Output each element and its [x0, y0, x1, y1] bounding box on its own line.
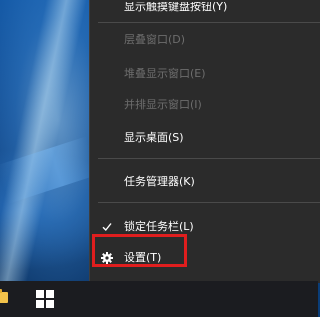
- menu-item-side-by-side-windows[interactable]: 并排显示窗口(I): [90, 93, 320, 117]
- menu-item-label: 设置(T): [124, 251, 162, 264]
- menu-item-stack-windows[interactable]: 堆叠显示窗口(E): [90, 62, 320, 86]
- menu-item-cascade-windows[interactable]: 层叠窗口(D): [90, 28, 320, 52]
- menu-item-show-desktop[interactable]: 显示桌面(S): [90, 126, 320, 150]
- taskbar: [0, 281, 318, 317]
- menu-item-label: 并排显示窗口(I): [124, 98, 202, 111]
- taskbar-context-menu: 显示触摸键盘按钮(Y) 层叠窗口(D) 堆叠显示窗口(E) 并排显示窗口(I) …: [89, 0, 320, 283]
- menu-item-label: 层叠窗口(D): [124, 33, 186, 46]
- file-explorer-taskbar-button[interactable]: [0, 281, 12, 317]
- menu-separator: [98, 202, 320, 203]
- menu-item-touch-keyboard[interactable]: 显示触摸键盘按钮(Y): [90, 0, 320, 19]
- menu-separator: [98, 22, 320, 23]
- menu-item-lock-taskbar[interactable]: 锁定任务栏(L): [90, 215, 320, 239]
- menu-item-task-manager[interactable]: 任务管理器(K): [90, 170, 320, 194]
- menu-item-settings[interactable]: 设置(T): [90, 246, 320, 270]
- gear-icon: [101, 252, 113, 264]
- menu-item-label: 显示触摸键盘按钮(Y): [124, 0, 228, 13]
- check-icon: [102, 223, 112, 232]
- file-explorer-icon: [0, 289, 8, 303]
- windows-start-icon: [36, 290, 54, 308]
- menu-item-label: 堆叠显示窗口(E): [124, 67, 206, 80]
- menu-item-label: 任务管理器(K): [124, 175, 195, 188]
- menu-item-label: 显示桌面(S): [124, 131, 184, 144]
- menu-item-label: 锁定任务栏(L): [124, 220, 194, 233]
- menu-separator: [98, 158, 320, 159]
- start-button[interactable]: [30, 281, 62, 317]
